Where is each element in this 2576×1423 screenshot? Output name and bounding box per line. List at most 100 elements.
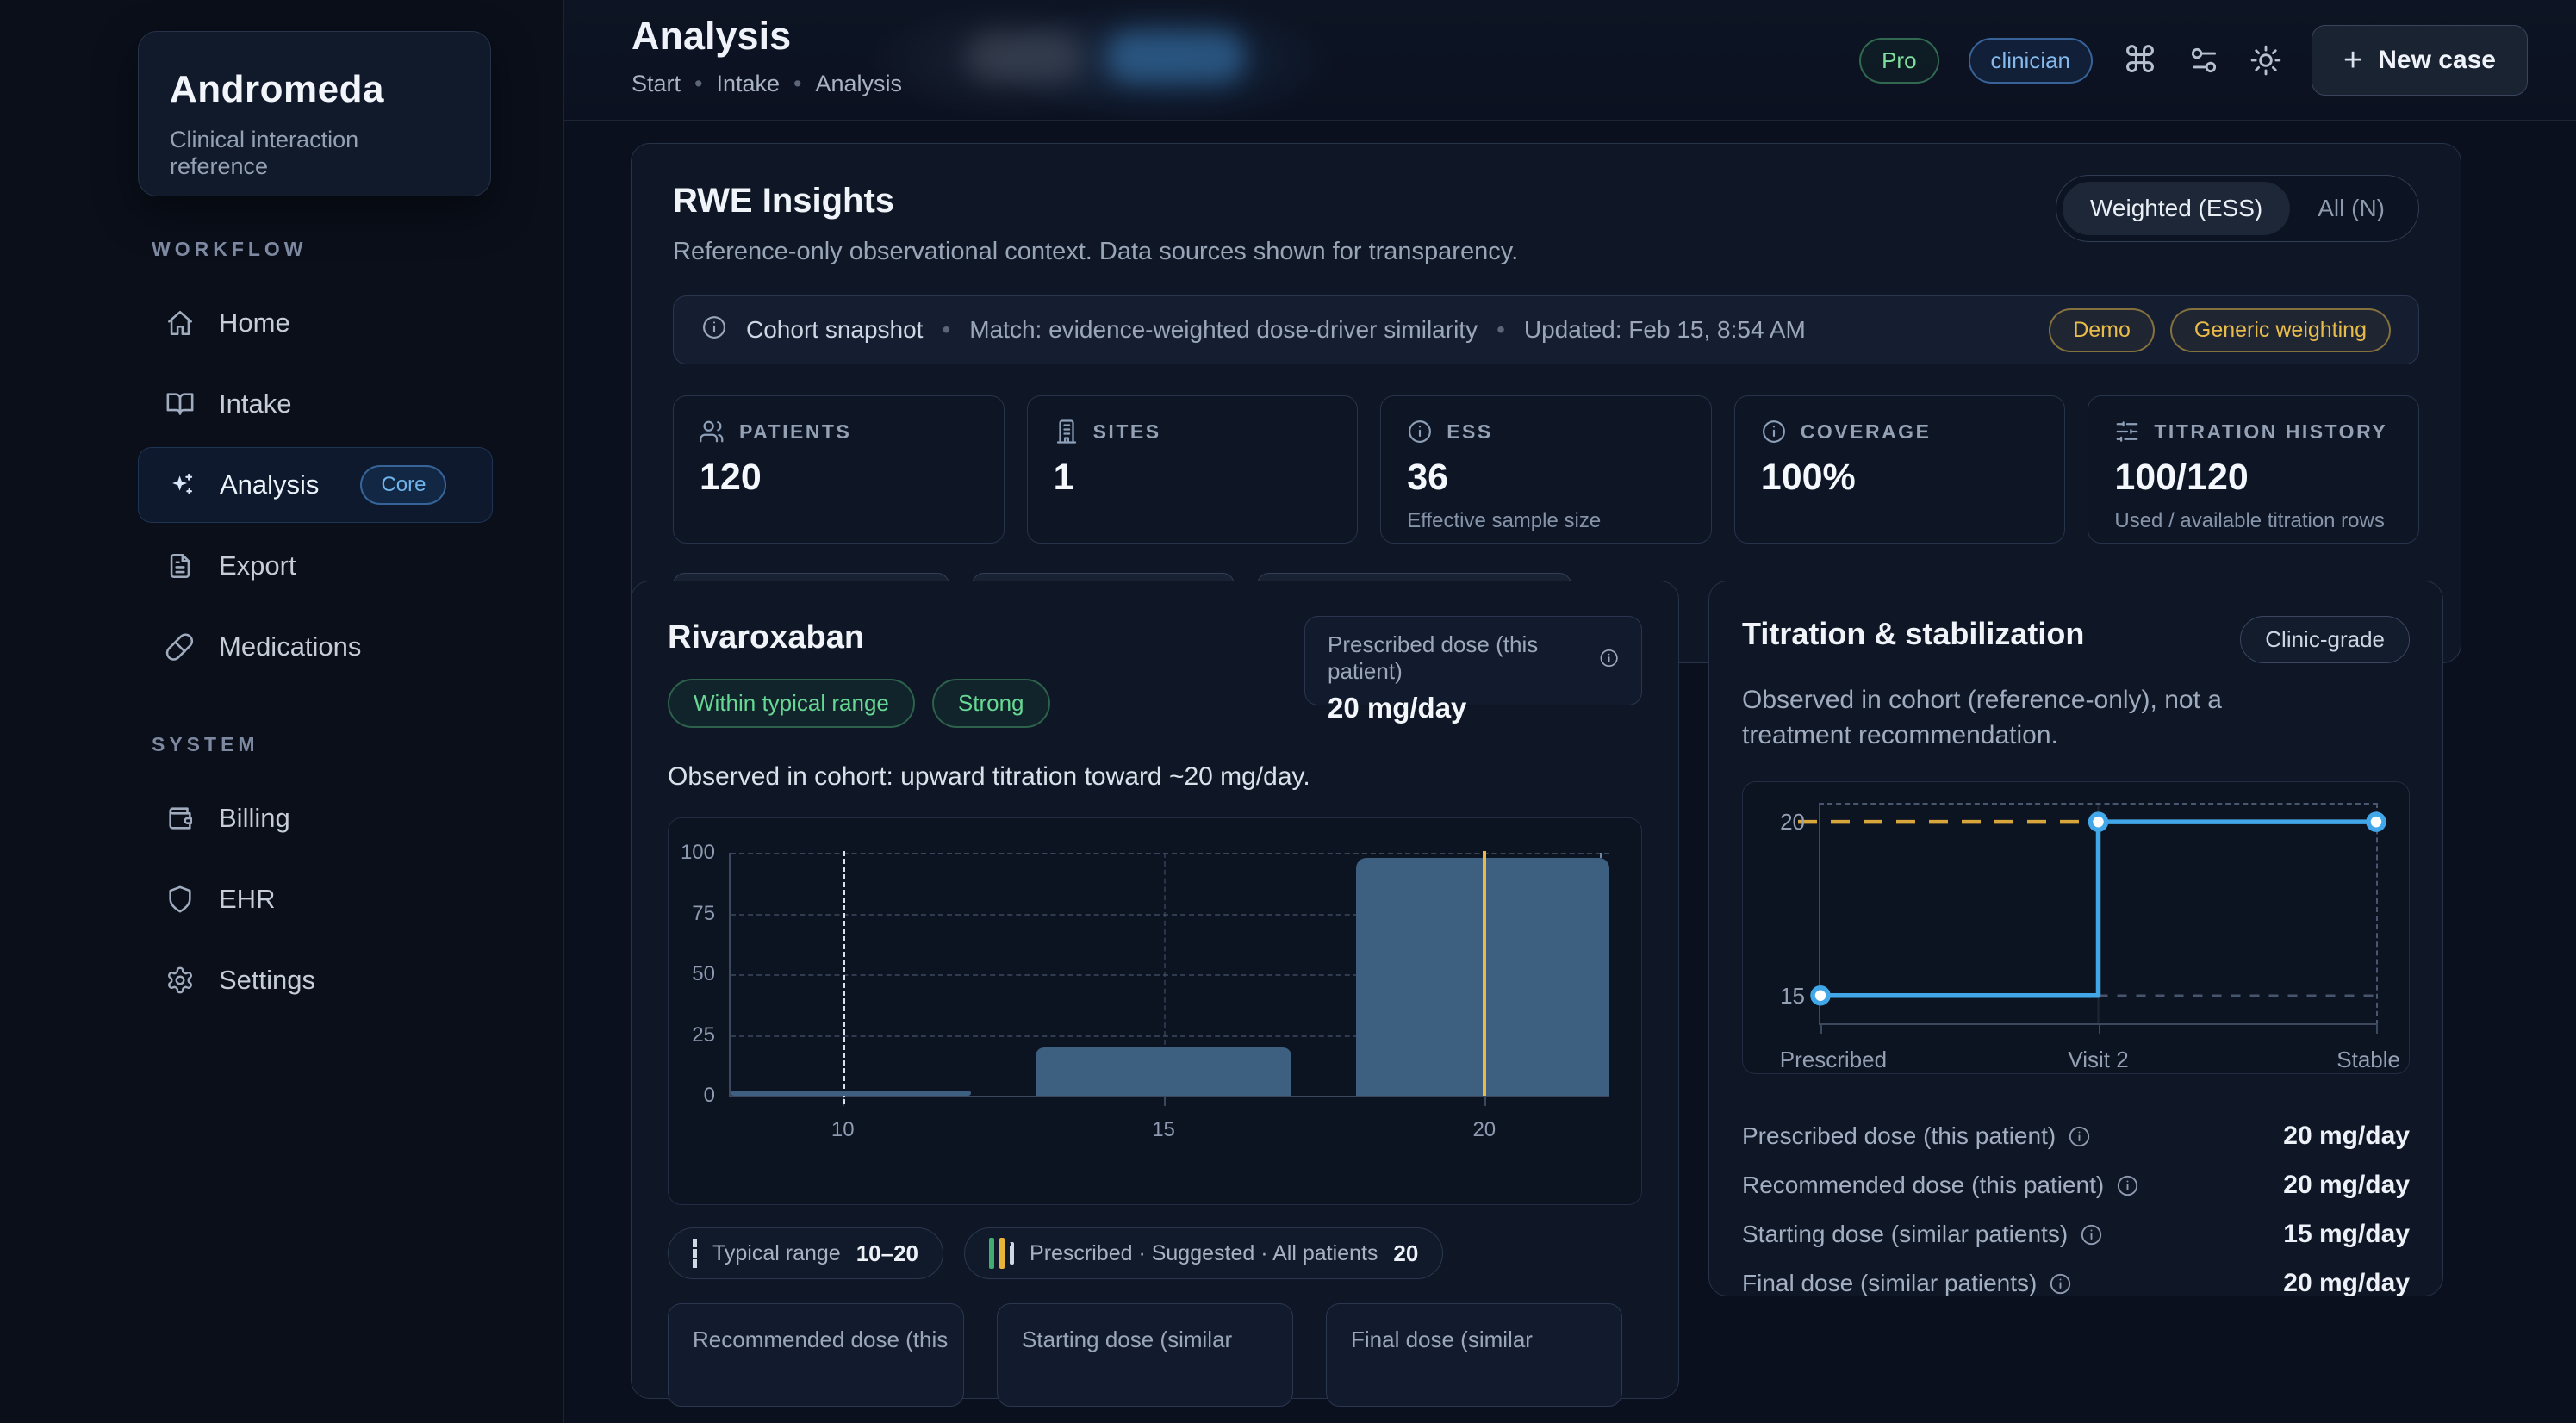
snapshot-separator: •	[942, 316, 950, 344]
sidebar-item-home[interactable]: Home	[138, 285, 493, 361]
app-window: Andromeda Clinical interaction reference…	[0, 0, 2576, 1423]
core-badge: Core	[360, 465, 446, 505]
breadcrumb-separator: •	[793, 71, 801, 97]
sidebar-item-label: Billing	[219, 803, 290, 834]
sidebar-item-label: Medications	[219, 631, 361, 662]
histogram-bar	[1036, 1047, 1292, 1096]
new-case-button[interactable]: + New case	[2312, 25, 2528, 96]
info-icon[interactable]	[2068, 1125, 2091, 1148]
users-icon	[700, 419, 725, 444]
stat-coverage: COVERAGE 100%	[1734, 395, 2066, 544]
sparkles-icon	[166, 470, 196, 500]
plus-icon: +	[2343, 42, 2362, 79]
snapshot-updated: Updated: Feb 15, 8:54 AM	[1524, 316, 1806, 344]
dose-box-value: 20 mg/day	[1328, 692, 1619, 724]
pill-icon	[165, 632, 195, 662]
step-x-tick	[1820, 1023, 1822, 1034]
sidebar-item-medications[interactable]: Medications	[138, 609, 493, 685]
dose-rows: Prescribed dose (this patient) 20 mg/day…	[1742, 1112, 2410, 1308]
sidebar-item-billing[interactable]: Billing	[138, 780, 493, 856]
sidebar-nav: WORKFLOW Home Intake Analysis Core	[0, 238, 563, 1023]
command-shortcut-button[interactable]: ⌘	[2122, 42, 2158, 78]
sidebar-item-ehr[interactable]: EHR	[138, 861, 493, 937]
within-range-badge: Within typical range	[668, 679, 915, 728]
stat-ess: ESS 36 Effective sample size	[1380, 395, 1712, 544]
recommended-dose-card: Recommended dose (this	[668, 1303, 964, 1407]
breadcrumb-intake[interactable]: Intake	[716, 71, 780, 97]
step-x-tick	[2376, 1023, 2378, 1034]
breadcrumb-start[interactable]: Start	[632, 71, 681, 97]
y-tick-label: 50	[675, 961, 715, 987]
cohort-snapshot-bar: Cohort snapshot • Match: evidence-weight…	[673, 295, 2419, 364]
x-tick-label: 20	[1446, 1118, 1523, 1142]
legend-value: 10–20	[856, 1240, 918, 1267]
home-icon	[165, 308, 195, 338]
info-icon[interactable]	[2049, 1272, 2072, 1296]
step-x-tick	[2099, 1023, 2100, 1034]
markers-legend: Prescribed · Suggested · All patients 20	[964, 1227, 1443, 1279]
weighting-toggle: Weighted (ESS) All (N)	[2056, 175, 2419, 242]
stat-sites: SITES 1	[1027, 395, 1359, 544]
stat-value: 1	[1054, 457, 1332, 499]
sidebar-item-analysis[interactable]: Analysis Core	[138, 447, 493, 523]
redacted-chip	[968, 33, 1081, 81]
legend-value: 20	[1393, 1240, 1418, 1267]
preferences-button[interactable]	[2187, 44, 2220, 77]
new-case-label: New case	[2378, 46, 2496, 75]
typical-range-line	[843, 851, 845, 1104]
breadcrumb-analysis[interactable]: Analysis	[816, 71, 903, 97]
toggle-weighted-ess[interactable]: Weighted (ESS)	[2063, 182, 2290, 235]
sidebar-item-label: Analysis	[220, 469, 319, 500]
triple-bars-icon	[989, 1238, 1014, 1269]
titration-step-chart: 1520PrescribedVisit 2Stable	[1819, 803, 2378, 1025]
sidebar: Andromeda Clinical interaction reference…	[0, 0, 564, 1423]
x-tick	[1484, 1096, 1486, 1106]
wallet-icon	[165, 804, 195, 833]
stat-value: 120	[700, 457, 978, 499]
y-tick-label: 75	[675, 901, 715, 927]
step-chart-svg	[1795, 786, 2402, 1042]
dose-detail-cards: Recommended dose (this Starting dose (si…	[668, 1303, 1642, 1407]
stat-sub: Effective sample size	[1407, 509, 1685, 533]
partial-card-label: Final dose (similar	[1351, 1327, 1533, 1352]
stat-value: 36	[1407, 457, 1685, 499]
info-icon	[1761, 419, 1787, 444]
titration-description: Observed in cohort (reference-only), not…	[1742, 682, 2293, 754]
nav-section-workflow: WORKFLOW	[152, 238, 563, 261]
sliders-icon	[2187, 44, 2220, 77]
shield-icon	[165, 885, 195, 914]
final-dose-card: Final dose (similar	[1326, 1303, 1622, 1407]
titration-title: Titration & stabilization	[1742, 616, 2084, 652]
y-tick-label: 25	[675, 1022, 715, 1048]
info-icon[interactable]	[2116, 1174, 2139, 1197]
x-tick-label: 15	[1125, 1118, 1203, 1142]
sidebar-item-export[interactable]: Export	[138, 528, 493, 604]
partial-card-label: Starting dose (similar	[1022, 1327, 1232, 1352]
step-y-label: 15	[1767, 983, 1805, 1010]
info-icon[interactable]	[1599, 647, 1619, 669]
partial-card-label: Recommended dose (this	[693, 1327, 948, 1352]
dose-row-recommended: Recommended dose (this patient) 20 mg/da…	[1742, 1161, 2410, 1210]
sidebar-item-label: Home	[219, 308, 290, 339]
stat-titration-history: TITRATION HISTORY 100/120 Used / availab…	[2088, 395, 2419, 544]
info-icon[interactable]	[2080, 1223, 2103, 1246]
sidebar-item-settings[interactable]: Settings	[138, 942, 493, 1018]
strong-badge: Strong	[932, 679, 1050, 728]
x-tick	[1164, 1096, 1166, 1106]
toggle-all-n[interactable]: All (N)	[2290, 182, 2412, 235]
stat-label: PATIENTS	[739, 420, 851, 444]
y-gridline	[731, 853, 1609, 854]
sliders-icon	[2114, 419, 2140, 444]
breadcrumb-separator: •	[694, 71, 702, 97]
snapshot-match: Match: evidence-weighted dose-driver sim…	[969, 316, 1478, 344]
main-area: Analysis Start • Intake • Analysis Pro c…	[564, 0, 2576, 1423]
role-badge: clinician	[1969, 38, 2094, 84]
sidebar-item-label: EHR	[219, 884, 275, 915]
stats-row: PATIENTS 120 SITES 1 ESS 36 Effective sa…	[673, 395, 2419, 544]
sidebar-item-intake[interactable]: Intake	[138, 366, 493, 442]
sidebar-item-label: Settings	[219, 965, 315, 996]
dose-row-label-text: Final dose (similar patients)	[1742, 1270, 2037, 1297]
theme-toggle-button[interactable]	[2249, 44, 2282, 77]
demo-badge: Demo	[2049, 308, 2155, 352]
dose-box-label: Prescribed dose (this patient)	[1328, 631, 1589, 685]
